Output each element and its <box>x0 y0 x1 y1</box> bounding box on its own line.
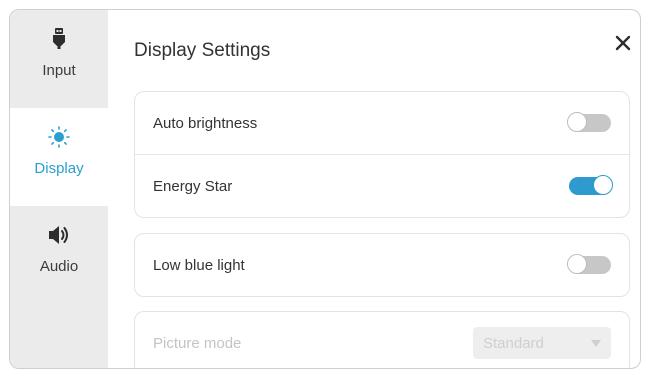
low-blue-light-toggle[interactable] <box>567 254 611 274</box>
energy-star-label: Energy Star <box>153 177 233 195</box>
sun-icon <box>48 126 70 148</box>
auto-brightness-row: Auto brightness <box>135 92 629 154</box>
triangle-down-icon <box>591 335 601 352</box>
speaker-icon <box>48 224 70 246</box>
picture-mode-select[interactable]: Standard <box>473 327 611 359</box>
toggle-knob <box>567 254 587 274</box>
nav-item-input[interactable]: Input <box>10 10 108 108</box>
settings-panel: Input Display Audio Display Settings Aut… <box>9 9 641 369</box>
energy-star-row: Energy Star <box>135 154 629 217</box>
input-plug-icon <box>52 28 66 50</box>
page-title: Display Settings <box>134 40 271 61</box>
toggle-knob <box>567 112 587 132</box>
nav-item-audio[interactable]: Audio <box>10 206 108 304</box>
low-blue-light-row: Low blue light <box>135 234 629 296</box>
nav-item-input-label: Input <box>42 62 76 79</box>
sidebar: Input Display Audio <box>10 10 108 368</box>
low-blue-light-label: Low blue light <box>153 256 245 274</box>
content-area: Display Settings Auto brightness Energy … <box>108 10 640 368</box>
picture-mode-label: Picture mode <box>153 334 242 352</box>
picture-mode-value: Standard <box>483 334 544 352</box>
close-icon <box>615 35 631 51</box>
auto-brightness-label: Auto brightness <box>153 114 258 132</box>
nav-item-display-label: Display <box>34 160 84 177</box>
energy-star-toggle[interactable] <box>569 175 613 195</box>
brightness-card: Auto brightness Energy Star <box>134 91 630 218</box>
toggle-knob <box>593 175 613 195</box>
blue-light-card: Low blue light <box>134 233 630 297</box>
nav-item-audio-label: Audio <box>39 258 79 275</box>
picture-mode-card: Picture mode Standard <box>134 311 630 368</box>
picture-mode-row: Picture mode Standard <box>135 312 629 368</box>
auto-brightness-toggle[interactable] <box>567 112 611 132</box>
close-button[interactable] <box>614 34 632 52</box>
nav-item-display[interactable]: Display <box>10 108 108 206</box>
